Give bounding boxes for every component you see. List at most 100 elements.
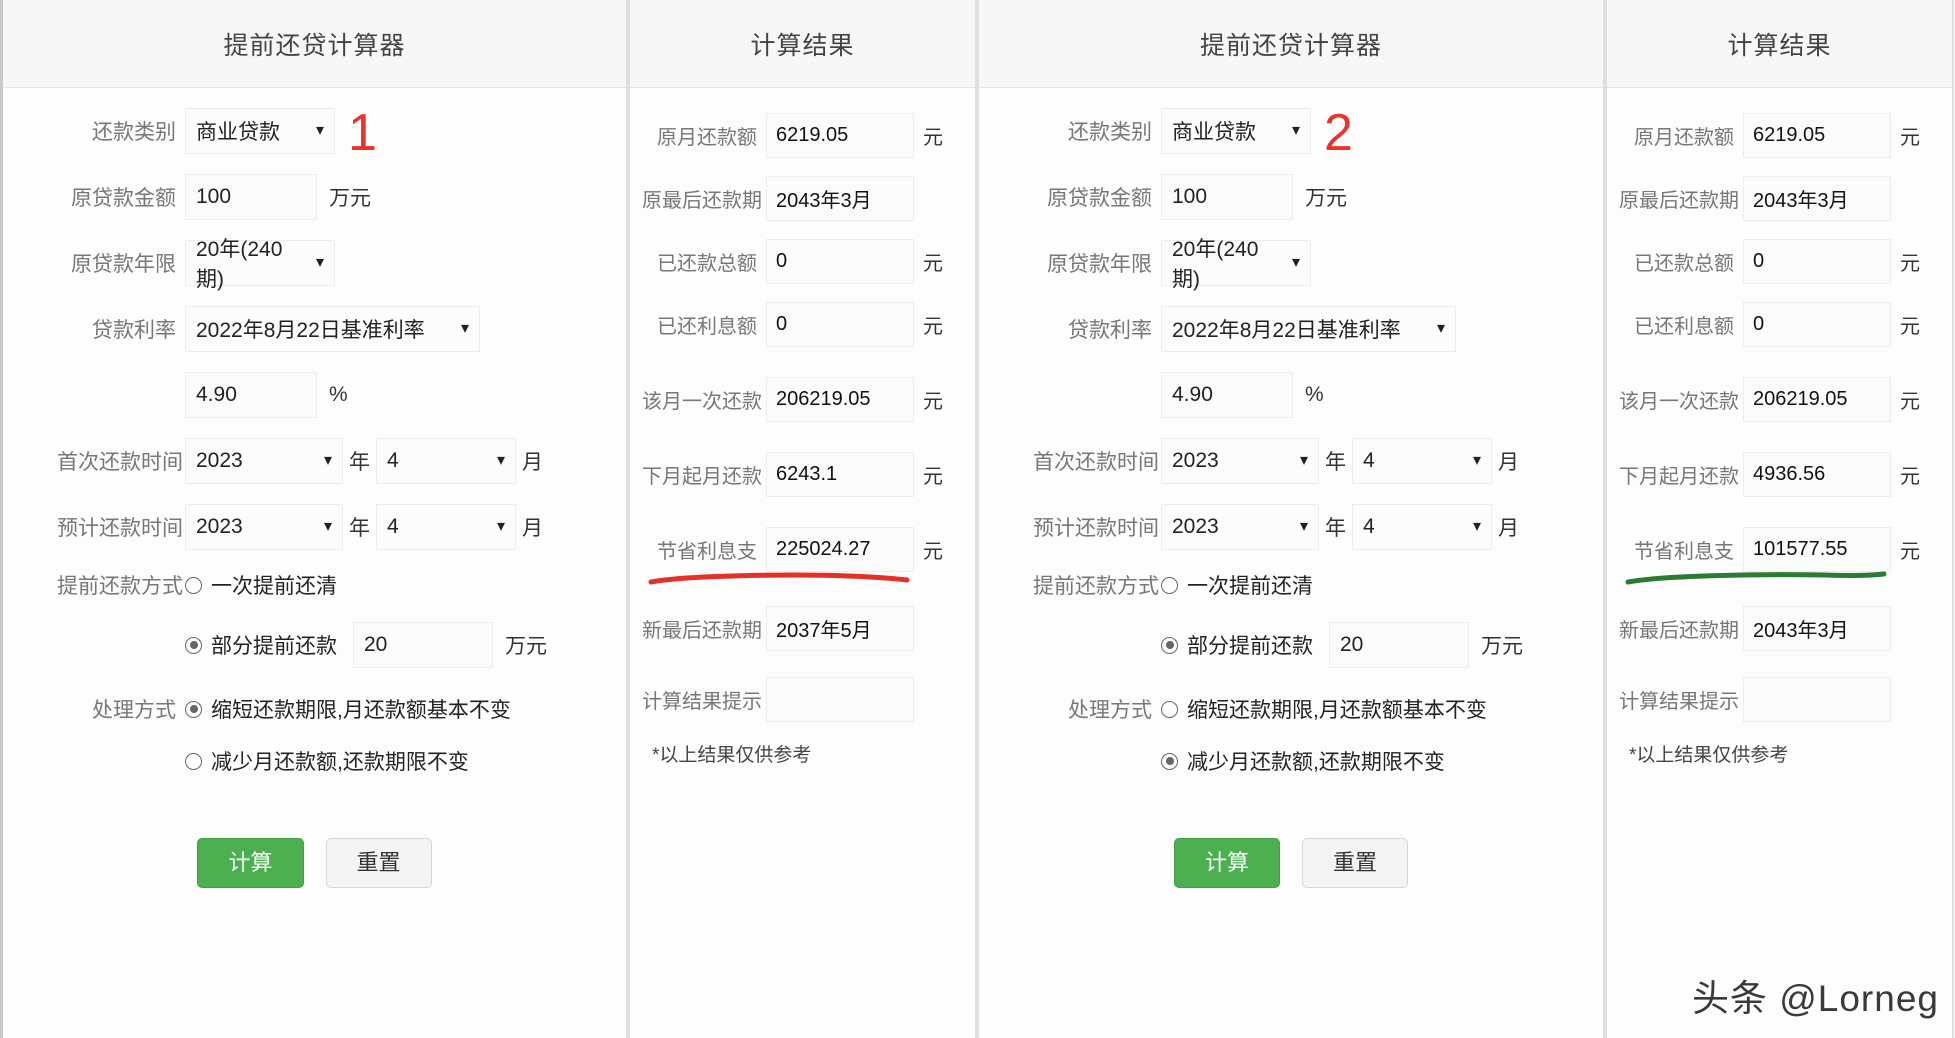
result-label: 已还利息额 — [657, 316, 757, 338]
result-unit: 元 — [1900, 316, 1920, 338]
result-value-box: 0 — [766, 239, 914, 284]
field-row-amount: 原贷款金额 100 万元 — [3, 174, 626, 220]
result-footnote: *以上结果仅供参考 — [652, 745, 812, 766]
result-row: 原最后还款期 2043年3月 — [630, 176, 975, 221]
result-label: 原月还款额 — [657, 127, 757, 149]
input-loan-amount[interactable]: 100 — [1161, 174, 1293, 220]
result-label: 已还款总额 — [657, 253, 757, 275]
radio-prepay-part-label: 部分提前还款 — [211, 635, 337, 658]
result-value: 206219.05 — [1753, 388, 1848, 410]
label-spacer — [57, 749, 185, 773]
select-category[interactable]: 商业贷款 ▾ — [1161, 108, 1311, 154]
highlight-underline-green — [1625, 571, 1887, 585]
select-first-payment-year-value: 2023 — [1172, 449, 1219, 472]
label-spacer — [1033, 633, 1161, 657]
field-row-rate: 贷款利率 2022年8月22日基准利率 ▾ — [979, 306, 1603, 352]
select-expected-payment-month[interactable]: 4 ▾ — [376, 504, 516, 550]
result-value-box: 6219.05 — [1743, 113, 1891, 158]
result-value-box: 101577.55 — [1743, 527, 1891, 572]
select-expected-payment-year[interactable]: 2023 ▾ — [1161, 504, 1319, 550]
input-rate-percent-value: 4.90 — [1172, 383, 1213, 406]
label-category: 还款类别 — [1068, 121, 1152, 144]
result-label: 节省利息支 — [657, 541, 757, 563]
result-value-box: 2043年3月 — [766, 176, 914, 221]
reset-button[interactable]: 重置 — [325, 838, 432, 888]
panel-header: 计算结果 — [630, 0, 975, 88]
radio-row-handle-reduce: 减少月还款额,还款期限不变 — [979, 746, 1603, 776]
field-row-category: 还款类别 商业贷款 ▾ — [3, 108, 626, 154]
label-handle-method: 处理方式 — [92, 699, 176, 722]
input-rate-percent[interactable]: 4.90 — [185, 372, 317, 418]
result-unit: 元 — [923, 466, 943, 488]
label-rate: 贷款利率 — [92, 319, 176, 342]
result-value: 0 — [776, 313, 788, 335]
label-prepay-method: 提前还款方式 — [57, 575, 183, 598]
radio-handle-shorten-label: 缩短还款期限,月还款额基本不变 — [211, 699, 511, 722]
field-row-category: 还款类别 商业贷款 ▾ — [979, 108, 1603, 154]
input-rate-percent[interactable]: 4.90 — [1161, 372, 1293, 418]
result-unit: 元 — [923, 316, 943, 338]
unit-year: 年 — [349, 517, 370, 540]
result-value: 206219.05 — [776, 388, 871, 410]
chevron-down-icon: ▾ — [1436, 320, 1445, 337]
radio-handle-shorten[interactable] — [185, 700, 202, 718]
radio-prepay-full[interactable] — [185, 576, 202, 594]
result-row-saved-interest: 节省利息支 225024.27 元 — [630, 527, 975, 585]
select-expected-payment-month[interactable]: 4 ▾ — [1352, 504, 1492, 550]
input-prepay-amount[interactable]: 20 — [353, 622, 493, 668]
chevron-down-icon: ▾ — [323, 518, 332, 535]
select-loan-term-value: 20年(240期) — [1172, 238, 1259, 291]
label-term: 原贷款年限 — [71, 253, 176, 276]
select-first-payment-year[interactable]: 2023 ▾ — [185, 438, 343, 484]
radio-handle-shorten[interactable] — [1161, 700, 1178, 718]
unit-year: 年 — [349, 451, 370, 474]
input-prepay-amount-value: 20 — [364, 633, 388, 656]
calculate-button[interactable]: 计算 — [1173, 838, 1280, 888]
select-loan-term[interactable]: 20年(240期) ▾ — [1161, 238, 1311, 291]
select-category[interactable]: 商业贷款 ▾ — [185, 108, 335, 154]
result-row: 下月起月还款 6243.1 元 — [630, 452, 975, 497]
select-category-value: 商业贷款 — [1172, 121, 1256, 144]
radio-prepay-full[interactable] — [1161, 576, 1178, 594]
result-title: 计算结果 — [750, 31, 855, 60]
result-value-box: 2037年5月 — [766, 606, 914, 651]
panel-header: 提前还贷计算器 — [3, 0, 626, 88]
label-expected-payment: 预计还款时间 — [1033, 517, 1159, 540]
screenshot-root: 提前还贷计算器 1 还款类别 商业贷款 ▾ 原贷款金额 100 万元 原贷款年限 — [0, 0, 1955, 1038]
select-first-payment-year[interactable]: 2023 ▾ — [1161, 438, 1319, 484]
reset-button[interactable]: 重置 — [1302, 838, 1409, 888]
select-first-payment-month[interactable]: 4 ▾ — [1352, 438, 1492, 484]
field-row-rate: 贷款利率 2022年8月22日基准利率 ▾ — [3, 306, 626, 352]
calculate-button[interactable]: 计算 — [197, 838, 304, 888]
result-row: 新最后还款期 2043年3月 — [1607, 606, 1952, 651]
result-label: 节省利息支 — [1634, 541, 1734, 563]
result-label: 新最后还款期 — [1619, 620, 1739, 642]
chevron-down-icon: ▾ — [323, 452, 332, 469]
result-row-saved-interest: 节省利息支 101577.55 元 — [1607, 527, 1952, 585]
radio-handle-reduce[interactable] — [185, 752, 202, 770]
result-value-box: 2043年3月 — [1743, 176, 1891, 221]
result-unit: 元 — [1900, 127, 1920, 149]
select-first-payment-month[interactable]: 4 ▾ — [376, 438, 516, 484]
select-loan-term[interactable]: 20年(240期) ▾ — [185, 238, 335, 291]
select-expected-payment-year[interactable]: 2023 ▾ — [185, 504, 343, 550]
result-body: 原月还款额 6219.05 元 原最后还款期 2043年3月 已还款总额 0 元… — [1607, 88, 1952, 767]
input-prepay-amount[interactable]: 20 — [1329, 622, 1469, 668]
unit-month: 月 — [522, 451, 543, 474]
radio-handle-reduce-label: 减少月还款额,还款期限不变 — [1187, 751, 1445, 774]
radio-prepay-part[interactable] — [185, 636, 202, 654]
unit-month: 月 — [1498, 451, 1519, 474]
result-value-box: 206219.05 — [766, 377, 914, 422]
unit-percent: % — [329, 383, 348, 406]
label-first-payment: 首次还款时间 — [1033, 451, 1159, 474]
input-rate-percent-value: 4.90 — [196, 383, 237, 406]
radio-prepay-part[interactable] — [1161, 636, 1178, 654]
result-value-box — [766, 677, 914, 722]
result-footnote: *以上结果仅供参考 — [1629, 745, 1789, 766]
radio-handle-reduce[interactable] — [1161, 752, 1178, 770]
select-interest-rate[interactable]: 2022年8月22日基准利率 ▾ — [1161, 306, 1456, 352]
unit-year: 年 — [1325, 517, 1346, 540]
select-interest-rate[interactable]: 2022年8月22日基准利率 ▾ — [185, 306, 480, 352]
input-loan-amount[interactable]: 100 — [185, 174, 317, 220]
result-unit: 元 — [923, 127, 943, 149]
